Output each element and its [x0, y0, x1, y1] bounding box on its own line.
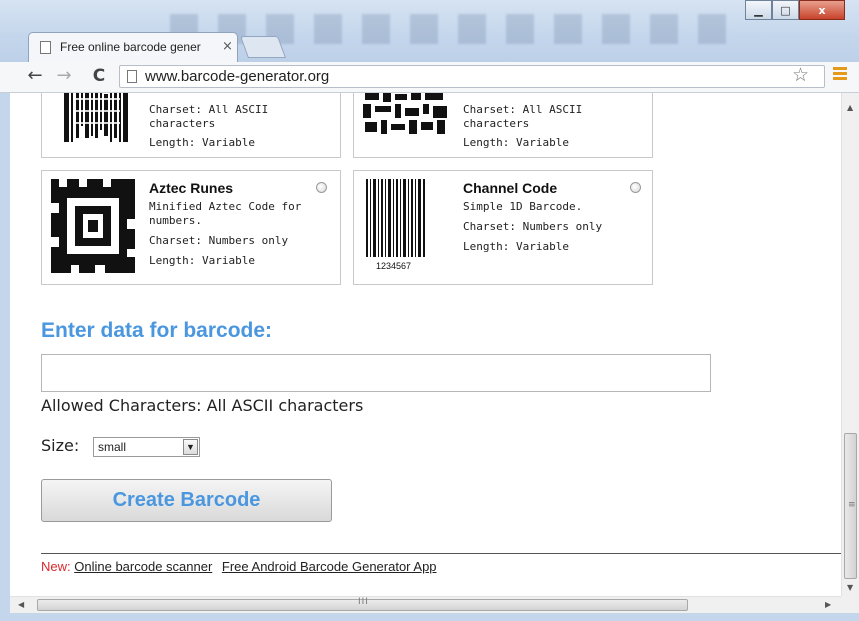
vertical-scrollbar[interactable]: ▲ ≡ ▼: [841, 93, 859, 596]
channel-code-image: 1234567: [366, 179, 425, 271]
option-length: Length: Variable: [149, 254, 255, 267]
android-app-link[interactable]: Free Android Barcode Generator App: [222, 559, 437, 574]
2d-matrix-barcode-image: [363, 93, 447, 134]
option-description: Simple 1D Barcode.: [463, 200, 583, 213]
barcode-data-input[interactable]: [41, 354, 711, 392]
data-entry-heading: Enter data for barcode:: [41, 319, 273, 342]
pdf417-barcode-image: [62, 93, 132, 142]
horizontal-scrollbar[interactable]: ◀ III ▶: [10, 596, 841, 613]
footer: New: Online barcode scanner Free Android…: [41, 559, 443, 574]
reload-button[interactable]: C: [88, 65, 110, 87]
page-viewport: Charset: All ASCII characters Length: Va…: [10, 93, 841, 596]
create-barcode-button[interactable]: Create Barcode: [41, 479, 332, 522]
grip-icon: ≡: [848, 500, 856, 510]
bookmark-star-icon[interactable]: ☆: [792, 64, 809, 86]
browser-tab[interactable]: Free online barcode gener ×: [28, 32, 238, 62]
option-length: Length: Variable: [149, 136, 255, 149]
chevron-down-icon[interactable]: ▼: [183, 439, 198, 455]
size-select-value: small: [98, 440, 127, 454]
size-label: Size:: [41, 436, 80, 455]
scroll-down-arrow-icon[interactable]: ▼: [847, 583, 853, 592]
option-length: Length: Variable: [463, 136, 569, 149]
allowed-characters-text: Allowed Characters: All ASCII characters: [41, 396, 364, 415]
page-icon: [127, 70, 137, 83]
url-text: www.barcode-generator.org: [145, 68, 330, 85]
new-tab-button[interactable]: [239, 36, 287, 58]
option-charset: Charset: All ASCII characters: [149, 103, 269, 130]
window-frame-bottom: [0, 613, 859, 621]
menu-icon[interactable]: [833, 67, 847, 81]
option-length: Length: Variable: [463, 240, 569, 253]
minimize-button[interactable]: ▁: [745, 0, 772, 20]
online-scanner-link[interactable]: Online barcode scanner: [74, 559, 212, 574]
option-name: Channel Code: [463, 180, 558, 196]
maximize-button[interactable]: □: [772, 0, 799, 20]
size-select[interactable]: small ▼: [93, 437, 200, 457]
barcode-option-2d-matrix[interactable]: Charset: All ASCII characters Length: Va…: [353, 93, 653, 158]
option-description: Minified Aztec Code for numbers.: [149, 200, 302, 227]
barcode-caption: 1234567: [376, 261, 411, 271]
window-controls: ▁ □ x: [745, 0, 845, 22]
tab-title: Free online barcode gener: [60, 40, 201, 54]
address-bar[interactable]: www.barcode-generator.org: [119, 65, 825, 88]
back-button[interactable]: ←: [24, 65, 46, 87]
close-tab-icon[interactable]: ×: [222, 39, 233, 54]
window-titlebar: Free online barcode gener × ▁ □ x: [0, 0, 859, 62]
scroll-right-arrow-icon[interactable]: ▶: [825, 600, 831, 609]
aztec-runes-image: [51, 179, 135, 273]
horizontal-scroll-thumb[interactable]: III: [37, 597, 688, 611]
scrollbar-corner: [841, 596, 859, 613]
new-label: New:: [41, 559, 71, 574]
barcode-option-pdf417[interactable]: Charset: All ASCII characters Length: Va…: [41, 93, 341, 158]
option-charset: Charset: All ASCII characters: [463, 103, 583, 130]
option-name: Aztec Runes: [149, 180, 234, 196]
scroll-left-arrow-icon[interactable]: ◀: [18, 600, 24, 609]
scroll-up-arrow-icon[interactable]: ▲: [847, 103, 853, 112]
page-icon: [40, 41, 51, 54]
barcode-option-aztec-runes[interactable]: Aztec Runes Minified Aztec Code for numb…: [41, 170, 341, 285]
option-charset: Charset: Numbers only: [149, 234, 289, 247]
footer-divider: [41, 553, 841, 554]
window-frame-left: [0, 93, 10, 613]
barcode-option-channel-code[interactable]: 1234567 Channel Code Simple 1D Barcode. …: [353, 170, 653, 285]
vertical-scroll-thumb[interactable]: ≡: [844, 433, 857, 579]
select-radio[interactable]: [316, 182, 327, 193]
browser-toolbar: ← → C www.barcode-generator.org ☆: [0, 62, 859, 93]
grip-icon: III: [358, 597, 369, 607]
select-radio[interactable]: [630, 182, 641, 193]
forward-button[interactable]: →: [53, 65, 75, 87]
close-window-button[interactable]: x: [799, 0, 845, 20]
option-charset: Charset: Numbers only: [463, 220, 603, 233]
